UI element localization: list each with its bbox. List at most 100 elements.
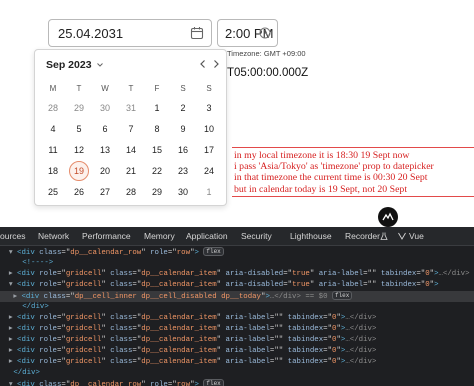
- weekday-label: S: [180, 84, 186, 93]
- calendar-day[interactable]: 29: [147, 182, 167, 202]
- devtools-tab-ources[interactable]: ources: [0, 231, 26, 241]
- dom-node-line[interactable]: ▸ <div role="gridcell" class="dp__calend…: [0, 335, 474, 346]
- devtools-tab-network[interactable]: Network: [38, 231, 69, 241]
- calendar-day[interactable]: 12: [69, 140, 89, 160]
- devtools-tab-security[interactable]: Security: [241, 231, 272, 241]
- calendar-day[interactable]: 14: [121, 140, 141, 160]
- weekday-label: M: [49, 84, 57, 93]
- attr-name: role: [150, 381, 168, 386]
- calendar-day[interactable]: 9: [173, 119, 193, 139]
- dom-node-line[interactable]: ▸ <div role="gridcell" class="dp__calend…: [0, 357, 474, 368]
- calendar-day[interactable]: 20: [95, 161, 115, 181]
- calendar-day[interactable]: 16: [173, 140, 193, 160]
- node-tail: …</div>: [345, 347, 377, 355]
- next-month-icon[interactable]: [211, 59, 221, 69]
- dom-node-line[interactable]: ▸ <div role="gridcell" class="dp__calend…: [0, 346, 474, 357]
- attr-name: aria-label: [225, 358, 270, 366]
- calendar-day[interactable]: 4: [43, 119, 63, 139]
- calendar-day[interactable]: 5: [69, 119, 89, 139]
- chevron-down-icon[interactable]: [96, 61, 104, 69]
- note-line: in my local timezone it is 18:30 19 Sept…: [234, 150, 410, 161]
- weekday-label: W: [101, 84, 109, 93]
- dom-node-line[interactable]: ▸ <div role="gridcell" class="dp__calend…: [0, 269, 474, 280]
- calendar-day[interactable]: 31: [121, 98, 141, 118]
- month-year-button[interactable]: Sep 2023: [46, 59, 92, 71]
- calendar-day[interactable]: 3: [199, 98, 219, 118]
- calendar-day[interactable]: 1: [147, 98, 167, 118]
- calendar-day-today[interactable]: 19: [69, 161, 89, 181]
- dom-node-line[interactable]: </div>: [0, 302, 474, 313]
- calendar-day[interactable]: 26: [69, 182, 89, 202]
- dom-node-line[interactable]: ▸ <div role="gridcell" class="dp__calend…: [0, 313, 474, 324]
- date-input[interactable]: 25.04.2031: [48, 19, 212, 47]
- calendar-day[interactable]: 30: [173, 182, 193, 202]
- calendar-day[interactable]: 13: [95, 140, 115, 160]
- prev-month-icon[interactable]: [198, 59, 208, 69]
- dom-node-line[interactable]: ▾ <div role="gridcell" class="dp__calend…: [0, 280, 474, 291]
- attr-name: role: [39, 347, 57, 355]
- attr-value: 0: [425, 281, 430, 289]
- devtools-tab-recorder[interactable]: Recorder: [345, 231, 380, 241]
- calendar-day[interactable]: 1: [199, 182, 219, 202]
- attr-value: dp__calendar_row: [70, 381, 142, 386]
- attr-value: 0: [332, 325, 337, 333]
- expand-arrow-icon: ▾: [8, 249, 13, 257]
- expand-arrow-icon: ▸: [8, 358, 13, 366]
- timezone-label: Timezone: GMT +09:00: [227, 49, 306, 58]
- dom-node-line[interactable]: ▾ <div class="dp__calendar_row" role="ro…: [0, 379, 474, 386]
- calendar-day[interactable]: 17: [199, 140, 219, 160]
- calendar-day[interactable]: 11: [43, 140, 63, 160]
- dom-node-line[interactable]: <!---->: [0, 258, 474, 269]
- attr-name: role: [39, 325, 57, 333]
- attr-value: dp__calendar_item: [141, 336, 217, 344]
- calendar-day[interactable]: 24: [199, 161, 219, 181]
- calendar-day[interactable]: 25: [43, 182, 63, 202]
- attr-value: gridcell: [65, 336, 102, 344]
- dom-node-line[interactable]: </div>: [0, 368, 474, 379]
- calendar-day[interactable]: 8: [147, 119, 167, 139]
- flex-badge[interactable]: flex: [203, 379, 224, 386]
- calendar-day[interactable]: 2: [173, 98, 193, 118]
- devtools-tab-memory[interactable]: Memory: [144, 231, 175, 241]
- calendar-day[interactable]: 21: [121, 161, 141, 181]
- attr-name: class: [43, 293, 66, 301]
- calendar-day[interactable]: 15: [147, 140, 167, 160]
- calendar-day[interactable]: 22: [147, 161, 167, 181]
- flex-badge[interactable]: flex: [331, 291, 353, 300]
- devtools-tab-application[interactable]: Application: [186, 231, 228, 241]
- calendar-day[interactable]: 23: [173, 161, 193, 181]
- calendar-day[interactable]: 10: [199, 119, 219, 139]
- tag-open: <div: [17, 336, 35, 344]
- attr-value: dp__calendar_item: [141, 270, 217, 278]
- dom-node-line[interactable]: ▾ <div class="dp__calendar_row" role="ro…: [0, 247, 474, 258]
- attr-value: 0: [425, 270, 430, 278]
- devtools-tab-vue[interactable]: Vue: [409, 231, 424, 241]
- attr-name: class: [110, 314, 133, 322]
- attr-value: dp__calendar_item: [141, 358, 217, 366]
- flex-badge[interactable]: flex: [203, 247, 224, 256]
- app-logo-icon[interactable]: [378, 207, 398, 227]
- node-tail: …</div>: [345, 358, 377, 366]
- calendar-day[interactable]: 30: [95, 98, 115, 118]
- node-tail: …</div> == $0: [269, 293, 328, 301]
- devtools-tab-lighthouse[interactable]: Lighthouse: [290, 231, 332, 241]
- calendar-day[interactable]: 6: [95, 119, 115, 139]
- dom-node-selected[interactable]: ▸ <div class="dp__cell_inner dp__cell_di…: [0, 291, 474, 302]
- attr-name: tabindex: [287, 358, 324, 366]
- calendar-day[interactable]: 18: [43, 161, 63, 181]
- attr-name: role: [39, 358, 57, 366]
- calendar-day[interactable]: 27: [95, 182, 115, 202]
- calendar-icon[interactable]: [190, 26, 204, 40]
- calendar-day[interactable]: 7: [121, 119, 141, 139]
- time-input[interactable]: 2:00 PM: [217, 19, 278, 47]
- tag-close: >: [194, 381, 199, 386]
- calendar-day[interactable]: 28: [43, 98, 63, 118]
- clock-icon[interactable]: [259, 27, 271, 39]
- calendar-day[interactable]: 28: [121, 182, 141, 202]
- tag-open: <div: [17, 325, 35, 333]
- attr-name: aria-label: [225, 336, 270, 344]
- devtools-tab-performance[interactable]: Performance: [82, 231, 131, 241]
- calendar-day[interactable]: 29: [69, 98, 89, 118]
- dom-node-line[interactable]: ▸ <div role="gridcell" class="dp__calend…: [0, 324, 474, 335]
